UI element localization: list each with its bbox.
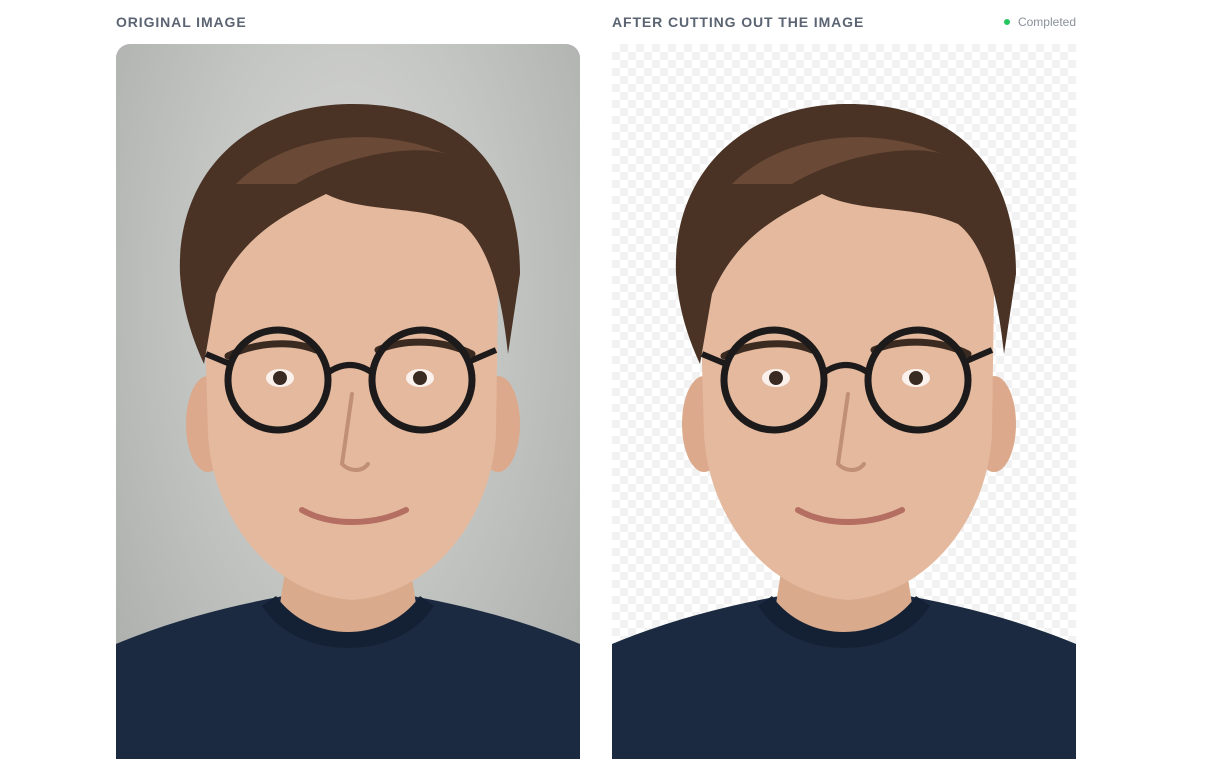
status-label: Completed xyxy=(1017,15,1076,29)
original-image-panel: ORIGINAL IMAGE xyxy=(116,0,580,759)
cutout-panel-header: AFTER CUTTING OUT THE IMAGE Completed xyxy=(612,12,1076,32)
status-dot-icon xyxy=(1003,19,1010,25)
original-panel-header: ORIGINAL IMAGE xyxy=(116,12,580,32)
cutout-image-title: AFTER CUTTING OUT THE IMAGE xyxy=(612,14,865,30)
original-image-title: ORIGINAL IMAGE xyxy=(116,14,247,30)
original-portrait-illustration xyxy=(116,103,580,759)
cutout-image[interactable] xyxy=(612,44,1076,759)
comparison-page: ORIGINAL IMAGE AFTER CUTTING OUT THE IMA… xyxy=(0,0,1219,759)
original-image[interactable] xyxy=(116,44,580,759)
cutout-portrait-illustration xyxy=(612,103,1076,759)
status-badge: Completed xyxy=(1003,15,1076,29)
cutout-image-panel: AFTER CUTTING OUT THE IMAGE Completed xyxy=(612,0,1076,759)
